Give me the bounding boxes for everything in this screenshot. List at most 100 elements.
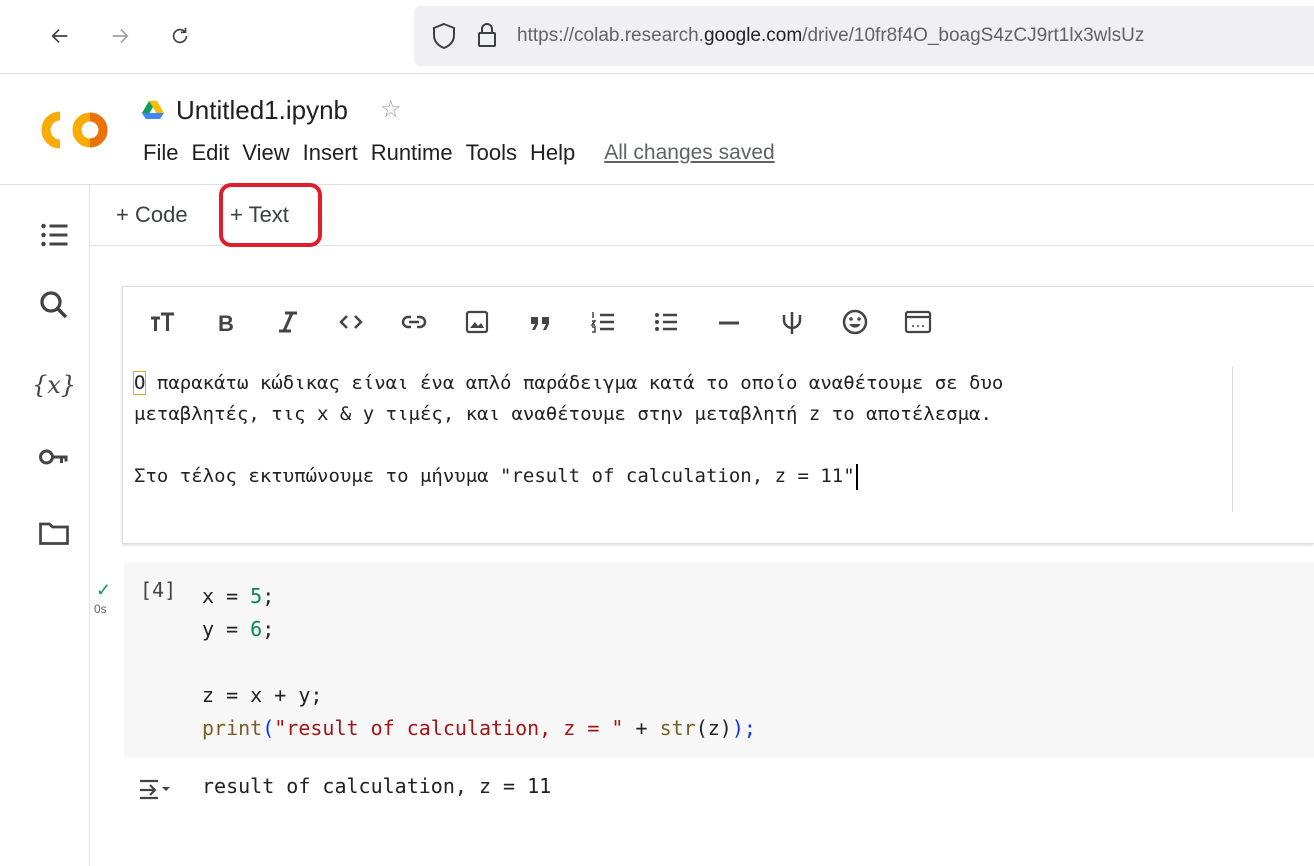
- editor-line-4-text: Στο τέλος εκτυπώνουμε το μήνυμα "result …: [134, 465, 855, 487]
- header-divider: [0, 184, 1314, 185]
- image-icon: [465, 310, 489, 334]
- selected-char: Ο: [132, 371, 147, 395]
- code-token: ;: [262, 584, 275, 608]
- bold-button[interactable]: B: [203, 300, 247, 344]
- url-prefix: https://colab.research.: [517, 25, 704, 46]
- colab-logo[interactable]: [38, 108, 118, 152]
- code-button[interactable]: [329, 300, 373, 344]
- menu-tools[interactable]: Tools: [466, 140, 517, 166]
- svg-text:B: B: [218, 311, 234, 336]
- arrow-left-icon: [51, 28, 68, 44]
- reload-button[interactable]: [164, 18, 196, 54]
- code-number: 5: [250, 584, 263, 608]
- url-suffix: /drive/10fr8f4O_boagS4zCJ9rt1lx3wlsUz: [802, 25, 1145, 46]
- add-code-button[interactable]: + Code: [116, 202, 188, 228]
- italic-icon: [279, 311, 297, 333]
- folder-icon: [39, 522, 69, 545]
- address-bar[interactable]: https://colab.research.google.com/drive/…: [414, 6, 1314, 66]
- image-button[interactable]: [455, 300, 499, 344]
- code-number: 6: [250, 617, 263, 641]
- arrow-right-icon: [112, 28, 129, 44]
- secrets-button[interactable]: [34, 437, 74, 477]
- formatting-toolbar: B: [140, 296, 959, 348]
- numbered-list-button[interactable]: [581, 300, 625, 344]
- quote-button[interactable]: [518, 300, 562, 344]
- emoji-icon: [842, 309, 868, 335]
- execution-count[interactable]: [4]: [140, 578, 176, 602]
- variables-icon: {𝑥}: [31, 371, 77, 399]
- menu-view[interactable]: View: [242, 140, 289, 166]
- menu-file[interactable]: File: [143, 140, 178, 166]
- check-icon: ✓: [96, 580, 112, 600]
- lock-icon[interactable]: [476, 22, 498, 48]
- link-button[interactable]: [392, 300, 436, 344]
- bold-icon: B: [218, 311, 234, 336]
- key-icon: [39, 449, 68, 465]
- url-text[interactable]: https://colab.research.google.com/drive/…: [517, 25, 1144, 47]
- code-token: +: [623, 716, 660, 740]
- cell-output: result of calculation, z = 11: [202, 774, 552, 798]
- search-button[interactable]: [34, 285, 74, 325]
- horizontal-rule-button[interactable]: [707, 300, 751, 344]
- search-icon: [40, 291, 68, 319]
- code-token: y =: [202, 617, 251, 641]
- browser-toolbar: https://colab.research.google.com/drive/…: [0, 0, 1314, 74]
- latex-button[interactable]: [770, 300, 814, 344]
- code-paren: );: [731, 716, 756, 740]
- notebook-title-row: Untitled1.ipynb ☆: [142, 90, 402, 130]
- google-drive-icon[interactable]: [142, 100, 164, 120]
- markdown-editor[interactable]: Ο παρακάτω κώδικας είναι ένα απλό παράδε…: [132, 368, 1224, 492]
- shield-icon[interactable]: [432, 22, 456, 50]
- link-icon: [401, 315, 427, 329]
- code-line: z = x + y;: [202, 683, 323, 707]
- toc-icon: [41, 223, 68, 247]
- code-paren: (: [262, 716, 275, 740]
- code-function: str: [659, 716, 696, 740]
- psi-icon: [782, 312, 802, 334]
- editor-preview-divider: [1232, 366, 1233, 512]
- output-toggle-icon[interactable]: [136, 776, 176, 804]
- code-brackets-icon: [339, 315, 363, 329]
- files-button[interactable]: [34, 513, 74, 553]
- back-button[interactable]: [44, 18, 76, 54]
- emoji-button[interactable]: [833, 300, 877, 344]
- left-sidebar: {𝑥}: [0, 185, 90, 866]
- url-domain: google.com: [703, 25, 803, 46]
- code-line: print("result of calculation, z = " + st…: [202, 712, 756, 745]
- heading-button[interactable]: [140, 300, 184, 344]
- code-line: y = 6;: [202, 613, 756, 646]
- code-token: (z): [695, 716, 732, 740]
- forward-button[interactable]: [104, 18, 136, 54]
- star-icon[interactable]: ☆: [380, 98, 402, 122]
- preview-toggle-button[interactable]: [896, 300, 940, 344]
- code-string: "result of calculation, z = ": [274, 716, 624, 740]
- editor-line-1-text: παρακάτω κώδικας είναι ένα απλό παράδειγ…: [145, 372, 1004, 394]
- text-cursor: [855, 463, 858, 490]
- preview-panel-icon: [904, 310, 932, 334]
- horizontal-rule-icon: [719, 321, 739, 325]
- menu-help[interactable]: Help: [530, 140, 575, 166]
- text-size-icon: [151, 312, 174, 331]
- bulleted-list-button[interactable]: [644, 300, 688, 344]
- code-token: x =: [202, 584, 251, 608]
- menu-insert[interactable]: Insert: [303, 140, 358, 166]
- code-function: print: [202, 716, 263, 740]
- menu-bar: File Edit View Insert Runtime Tools Help…: [143, 140, 775, 166]
- italic-button[interactable]: [266, 300, 310, 344]
- variables-button[interactable]: {𝑥}: [31, 365, 77, 405]
- code-line: x = 5;: [202, 580, 756, 613]
- execution-time: 0s: [94, 602, 107, 616]
- highlight-annotation: [219, 183, 322, 247]
- menu-runtime[interactable]: Runtime: [371, 140, 453, 166]
- code-editor[interactable]: x = 5; y = 6; z = x + y; print("result o…: [202, 580, 756, 745]
- code-token: ;: [262, 617, 275, 641]
- notebook-title[interactable]: Untitled1.ipynb: [176, 95, 348, 126]
- table-of-contents-button[interactable]: [34, 215, 74, 255]
- save-status[interactable]: All changes saved: [604, 141, 774, 165]
- editor-line: μεταβλητές, τις x & y τιμές, και αναθέτο…: [134, 403, 992, 425]
- menu-edit[interactable]: Edit: [191, 140, 229, 166]
- editor-line: Στο τέλος εκτυπώνουμε το μήνυμα "result …: [134, 461, 1224, 492]
- numbered-list-icon: [590, 312, 614, 333]
